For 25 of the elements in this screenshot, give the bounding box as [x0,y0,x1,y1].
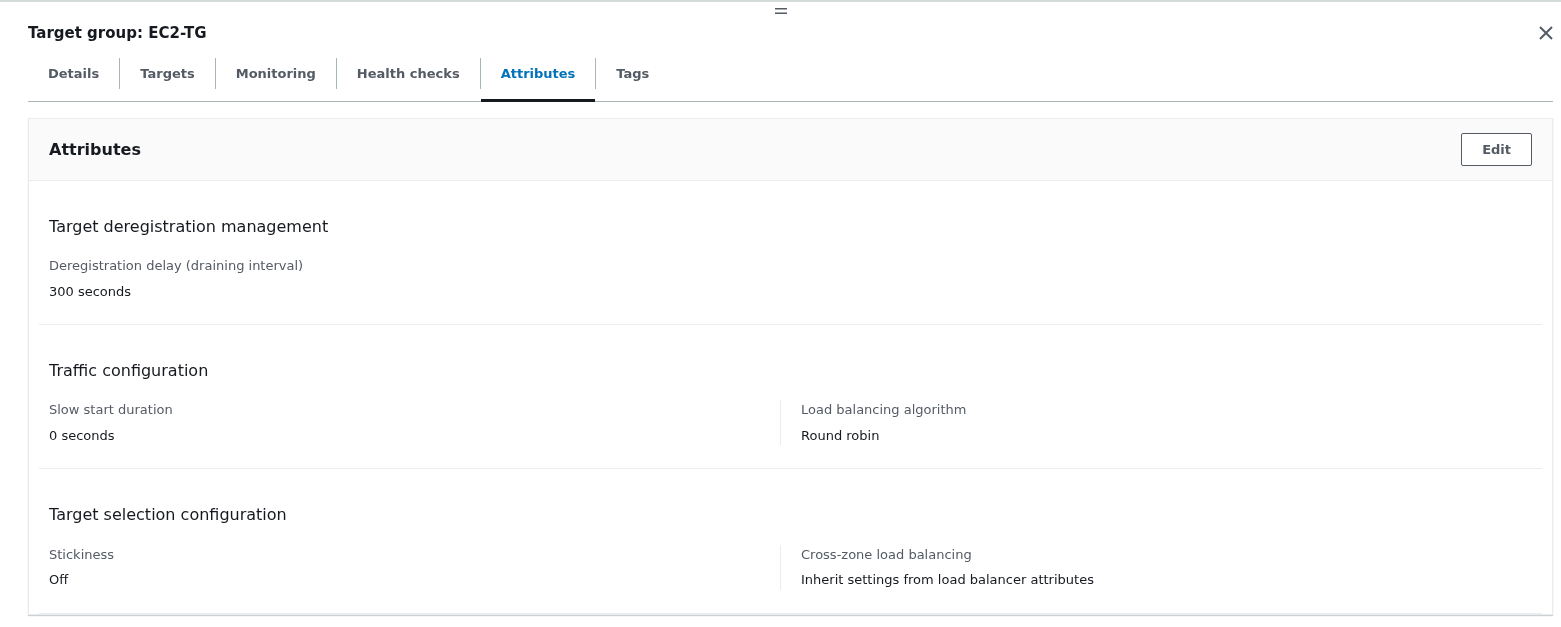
tab[interactable]: Monitoring [215,52,336,102]
subsection-title: Target deregistration management [49,217,330,237]
field-value: 0 seconds [49,426,116,445]
subsection-title: Traffic configuration [49,361,210,381]
close-icon [1539,26,1553,40]
tab[interactable]: Details [28,52,120,102]
field-label: Stickiness [49,545,116,564]
panel-title: Target group: EC2-TG [28,24,207,42]
drag-handle-icon[interactable] [774,8,787,14]
tab[interactable]: Attributes [480,52,596,102]
tab[interactable]: Targets [120,52,215,102]
field-label: Load balancing algorithm [801,401,968,420]
field-label: Deregistration delay (draining interval) [49,257,305,276]
tab[interactable]: Health checks [336,52,480,102]
subsection-title: Target selection configuration [49,505,288,525]
close-button[interactable] [1539,26,1553,40]
field-label: Slow start duration [49,401,174,420]
field-value: Round robin [801,426,881,445]
field-label: Cross-zone load balancing [801,545,973,564]
tab[interactable]: Tags [596,52,670,102]
edit-button[interactable]: Edit [1461,132,1532,166]
section-title: Attributes [49,139,141,159]
field-value: Off [49,571,70,590]
field-value: Inherit settings from load balancer attributes [801,571,1095,590]
field-value: 300 seconds [49,282,133,301]
